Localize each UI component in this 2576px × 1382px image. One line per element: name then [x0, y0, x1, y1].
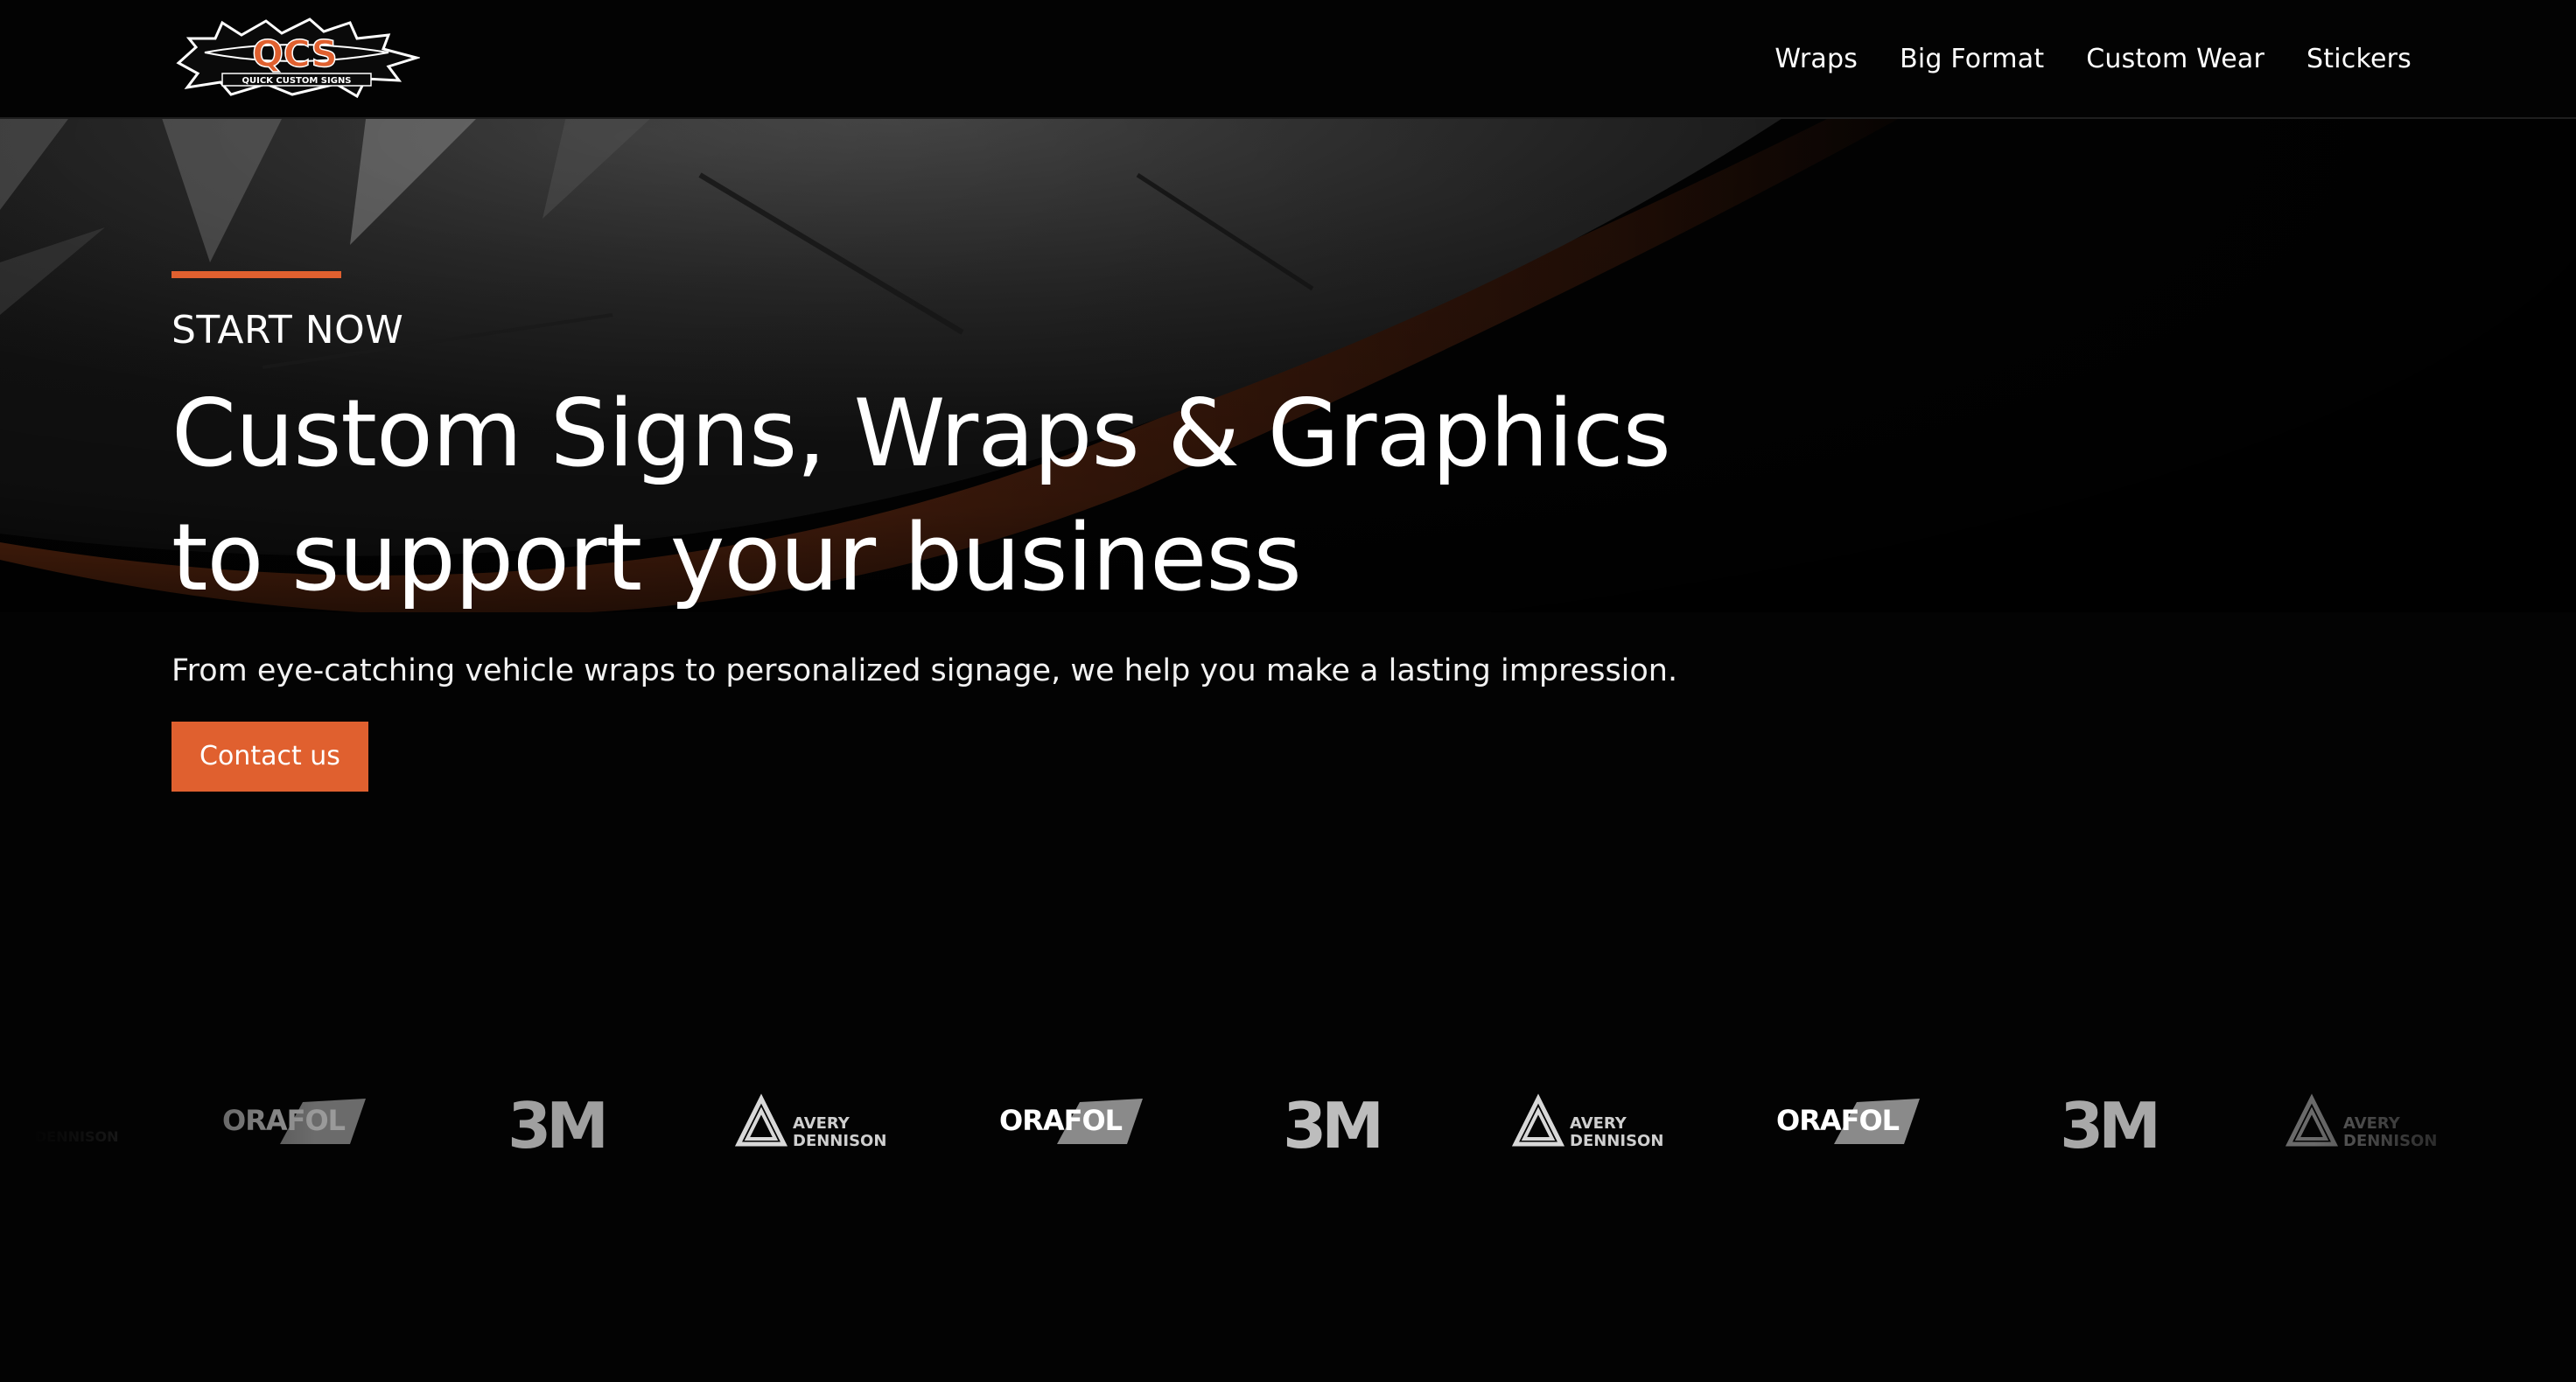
svg-text:3M: 3M [508, 1093, 604, 1155]
svg-text:DENNISON: DENNISON [793, 1132, 886, 1150]
partner-logos-strip: DENNISON ORAFOL 3M AVERY DENNISON ORAFOL [0, 1076, 2576, 1172]
partner-logo-orafol: ORAFOL [1773, 1076, 1930, 1172]
site-header: QCS QUICK CUSTOM SIGNS Wraps Big Format … [0, 0, 2576, 119]
svg-text:AVERY: AVERY [793, 1114, 850, 1133]
partner-logo-avery-dennison: AVERY DENNISON [735, 1076, 892, 1172]
nav-item-stickers[interactable]: Stickers [2306, 44, 2412, 74]
svg-text:3M: 3M [1283, 1093, 1379, 1155]
site-logo[interactable]: QCS QUICK CUSTOM SIGNS [170, 12, 422, 100]
accent-divider [172, 271, 341, 278]
svg-text:AVERY: AVERY [1570, 1114, 1628, 1133]
hero-subtext: From eye-catching vehicle wraps to perso… [172, 653, 1678, 688]
hero-eyebrow: START NOW [172, 308, 404, 352]
logo-subtext: QUICK CUSTOM SIGNS [242, 76, 351, 86]
hero-headline-line-1: Custom Signs, Wraps & Graphics [172, 380, 1671, 487]
svg-text:DENNISON: DENNISON [1570, 1132, 1663, 1150]
partner-logo-orafol: ORAFOL [996, 1076, 1153, 1172]
main-nav: Wraps Big Format Custom Wear Stickers [1774, 0, 2412, 117]
logo-letters: QCS [252, 32, 338, 75]
partner-logo-3m: 3M [2051, 1076, 2165, 1172]
svg-text:ORAFOL: ORAFOL [999, 1104, 1123, 1137]
partner-logo-3m: 3M [499, 1076, 612, 1172]
qcs-logo-icon: QCS QUICK CUSTOM SIGNS [176, 17, 422, 99]
svg-text:3M: 3M [2060, 1093, 2156, 1155]
contact-us-button[interactable]: Contact us [172, 722, 368, 792]
partner-logo-avery-dennison: AVERY DENNISON [1512, 1076, 1670, 1172]
hero-headline-line-2: to support your business [172, 504, 1302, 611]
strip-fade-right [2314, 1041, 2576, 1198]
nav-item-big-format[interactable]: Big Format [1900, 44, 2044, 74]
svg-text:ORAFOL: ORAFOL [1776, 1104, 1900, 1137]
strip-fade-left [0, 1041, 315, 1198]
nav-item-custom-wear[interactable]: Custom Wear [2086, 44, 2264, 74]
hero-section: START NOW Custom Signs, Wraps & Graphics… [172, 271, 1677, 792]
hero-headline: Custom Signs, Wraps & Graphics to suppor… [172, 372, 1677, 620]
partner-logo-3m: 3M [1274, 1076, 1388, 1172]
nav-item-wraps[interactable]: Wraps [1774, 44, 1858, 74]
